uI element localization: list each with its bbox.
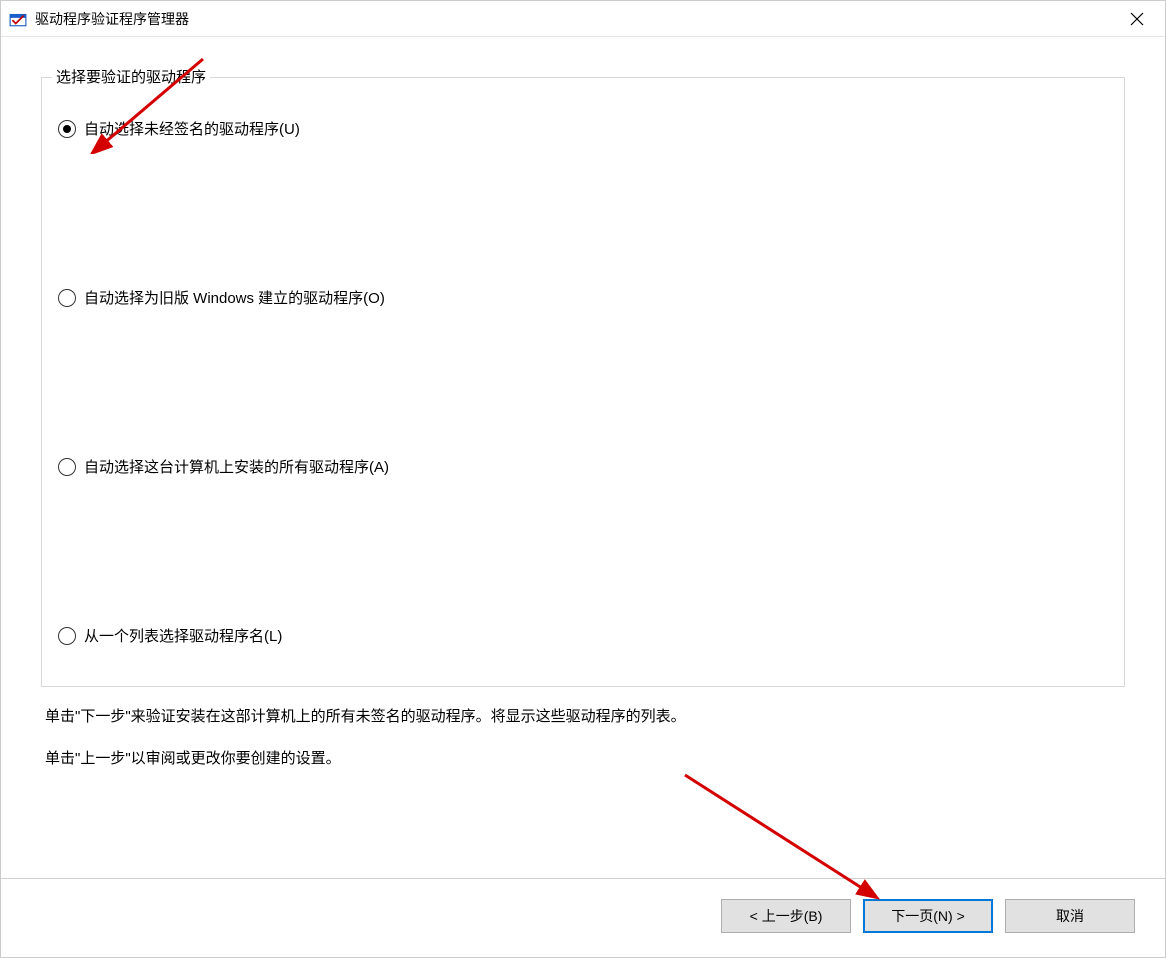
radio-group: 自动选择未经签名的驱动程序(U) 自动选择为旧版 Windows 建立的驱动程序… <box>58 118 1108 646</box>
radio-unsigned-drivers[interactable]: 自动选择未经签名的驱动程序(U) <box>58 118 1108 139</box>
radio-icon <box>58 458 76 476</box>
close-button[interactable] <box>1117 5 1157 33</box>
next-button[interactable]: 下一页(N) > <box>863 899 993 933</box>
close-icon <box>1130 12 1144 26</box>
instruction-text: 单击"上一步"以审阅或更改你要创建的设置。 <box>45 747 1121 771</box>
radio-icon <box>58 627 76 645</box>
radio-label: 自动选择未经签名的驱动程序(U) <box>84 118 300 139</box>
radio-icon <box>58 289 76 307</box>
radio-label: 自动选择为旧版 Windows 建立的驱动程序(O) <box>84 287 385 308</box>
radio-old-windows-drivers[interactable]: 自动选择为旧版 Windows 建立的驱动程序(O) <box>58 287 1108 308</box>
fieldset-legend: 选择要验证的驱动程序 <box>52 66 210 87</box>
instruction-text: 单击"下一步"来验证安装在这部计算机上的所有未签名的驱动程序。将显示这些驱动程序… <box>45 705 1121 729</box>
radio-icon <box>58 120 76 138</box>
radio-all-installed-drivers[interactable]: 自动选择这台计算机上安装的所有驱动程序(A) <box>58 456 1108 477</box>
radio-label: 从一个列表选择驱动程序名(L) <box>84 625 282 646</box>
dialog-window: 驱动程序验证程序管理器 选择要验证的驱动程序 自动选择未经签名的驱动程序(U) … <box>0 0 1166 958</box>
cancel-button[interactable]: 取消 <box>1005 899 1135 933</box>
window-title: 驱动程序验证程序管理器 <box>35 9 1117 29</box>
button-bar: < 上一步(B) 下一页(N) > 取消 <box>1 879 1165 957</box>
back-button[interactable]: < 上一步(B) <box>721 899 851 933</box>
radio-label: 自动选择这台计算机上安装的所有驱动程序(A) <box>84 456 389 477</box>
driver-selection-fieldset: 选择要验证的驱动程序 自动选择未经签名的驱动程序(U) 自动选择为旧版 Wind… <box>41 77 1125 687</box>
app-icon <box>9 10 27 28</box>
title-bar: 驱动程序验证程序管理器 <box>1 1 1165 37</box>
content-area: 选择要验证的驱动程序 自动选择未经签名的驱动程序(U) 自动选择为旧版 Wind… <box>1 37 1165 838</box>
radio-select-from-list[interactable]: 从一个列表选择驱动程序名(L) <box>58 625 1108 646</box>
instructions: 单击"下一步"来验证安装在这部计算机上的所有未签名的驱动程序。将显示这些驱动程序… <box>41 705 1125 789</box>
